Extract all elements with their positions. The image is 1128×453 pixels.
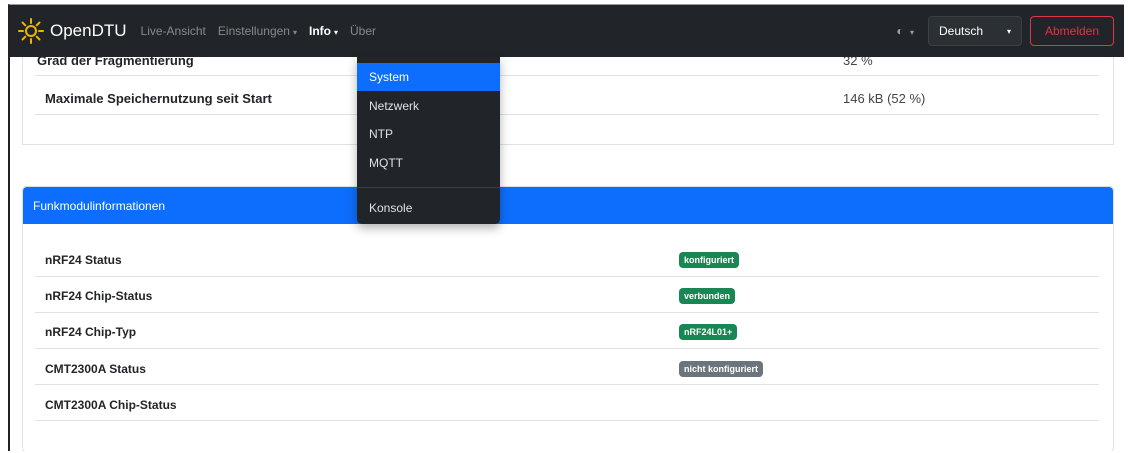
chevron-down-icon: ▾ (292, 28, 297, 37)
row-divider (35, 312, 1099, 313)
nrf24-chip-status-label: nRF24 Chip-Status (45, 289, 153, 303)
menu-divider (357, 187, 500, 188)
logout-button[interactable]: Abmelden (1030, 16, 1114, 46)
max-memory-label: Maximale Speichernutzung seit Start (45, 91, 272, 106)
nav-links: Live-Ansicht Einstellungen ▾ Info ▾ Über (141, 24, 388, 38)
language-select[interactable]: Deutsch ▾ (928, 16, 1022, 46)
menu-item-mqtt[interactable]: MQTT (357, 149, 500, 177)
nav-live-view[interactable]: Live-Ansicht (141, 24, 206, 38)
nav-settings-dropdown[interactable]: Einstellungen ▾ (218, 24, 297, 38)
chevron-down-icon: ▾ (1006, 26, 1011, 36)
status-badge: verbunden (679, 288, 736, 304)
half-circle-icon: ◐ (896, 24, 904, 38)
chevron-down-icon: ▾ (333, 28, 338, 37)
card-header: Funkmodulinformationen (23, 187, 1113, 224)
language-value: Deutsch (939, 24, 984, 38)
nrf24-chip-type-label: nRF24 Chip-Typ (45, 325, 137, 339)
row-divider (35, 420, 1099, 421)
row-divider (35, 75, 1099, 76)
brand-name: OpenDTU (50, 21, 127, 40)
nav-info-dropdown[interactable]: Info ▾ (309, 24, 338, 38)
status-badge: nRF24L01+ (679, 324, 738, 340)
info-dropdown-menu: System Netzwerk NTP MQTT Konsole (357, 57, 500, 224)
nav-settings-label: Einstellungen (217, 24, 290, 38)
brand-link[interactable]: OpenDTU (18, 18, 127, 44)
browser-viewport: Grad der Fragmentierung 32 % Maximale Sp… (8, 4, 1124, 451)
row-divider (35, 384, 1099, 385)
navbar-right: ◐ ▾ Deutsch ▾ Abmelden (896, 16, 1114, 46)
menu-item-ntp[interactable]: NTP (357, 120, 500, 148)
max-memory-value: 146 kB (52 %) (843, 91, 926, 106)
menu-item-network[interactable]: Netzwerk (357, 92, 500, 120)
nav-about-label: Über (350, 24, 377, 38)
chevron-down-icon: ▾ (909, 28, 914, 37)
radio-info-card: Funkmodulinformationen nRF24 Status konf… (22, 186, 1114, 451)
theme-toggle[interactable]: ◐ ▾ (896, 24, 914, 38)
menu-item-system[interactable]: System (357, 63, 500, 91)
menu-item-console[interactable]: Konsole (357, 194, 500, 222)
memory-info-card: Grad der Fragmentierung 32 % Maximale Sp… (22, 45, 1114, 145)
sun-logo-icon (18, 18, 44, 44)
nav-live-view-label: Live-Ansicht (140, 24, 206, 38)
row-divider (35, 276, 1099, 277)
row-divider (35, 348, 1099, 349)
navbar: OpenDTU Live-Ansicht Einstellungen ▾ Info… (10, 5, 1124, 57)
status-badge: konfiguriert (679, 252, 740, 268)
cmt2300a-chip-status-label: CMT2300A Chip-Status (45, 398, 177, 412)
cmt2300a-status-label: CMT2300A Status (45, 362, 146, 376)
nav-about[interactable]: Über (350, 24, 376, 38)
nrf24-status-label: nRF24 Status (45, 253, 122, 267)
status-badge: nicht konfiguriert (679, 361, 763, 377)
row-divider (35, 114, 1099, 115)
nav-info-label: Info (308, 24, 331, 38)
